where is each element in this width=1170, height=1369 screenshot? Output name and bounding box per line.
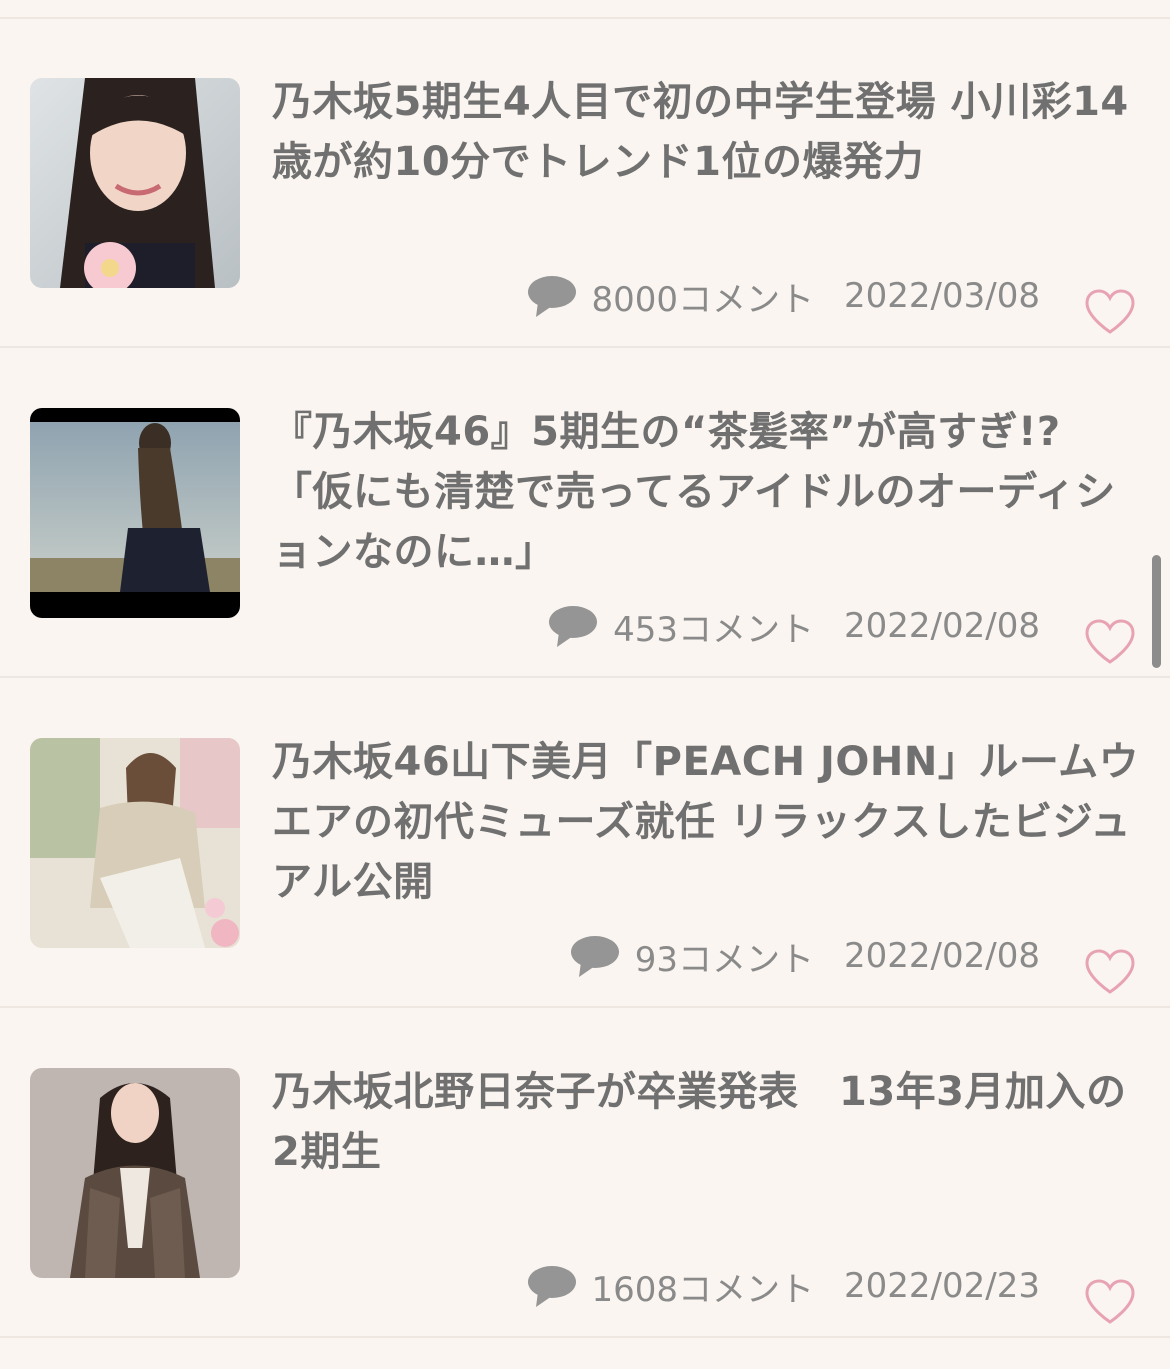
comment-count: 453コメント — [613, 609, 815, 650]
speech-bubble-icon — [527, 276, 576, 317]
article-meta: 1608コメント 2022/02/23 — [526, 1258, 1040, 1314]
article-feed: 乃木坂5期生4人目で初の中学生登場 小川彩14歳が約10分でトレンド1位の爆発力… — [0, 0, 1170, 1369]
speech-bubble-icon — [570, 936, 619, 977]
comment-count: 93コメント — [634, 939, 815, 980]
article-item[interactable]: 乃木坂46山下美月「PEACH JOHN」ルームウエアの初代ミューズ就任 リラッ… — [0, 678, 1170, 1008]
article-item[interactable]: 『乃木坂46』5期生の“茶髪率”が高すぎ!?「仮にも清楚で売ってるアイドルのオー… — [0, 348, 1170, 678]
divider — [0, 1336, 1170, 1338]
favorite-heart-icon[interactable] — [1084, 288, 1136, 336]
article-meta: 8000コメント 2022/03/08 — [526, 268, 1040, 324]
favorite-heart-icon[interactable] — [1084, 1278, 1136, 1326]
speech-bubble-icon — [527, 1266, 576, 1307]
article-meta: 453コメント 2022/02/08 — [547, 598, 1040, 654]
article-title[interactable]: 乃木坂46山下美月「PEACH JOHN」ルームウエアの初代ミューズ就任 リラッ… — [272, 732, 1140, 912]
article-title[interactable]: 乃木坂5期生4人目で初の中学生登場 小川彩14歳が約10分でトレンド1位の爆発力 — [272, 72, 1140, 192]
article-title[interactable]: 乃木坂北野日奈子が卒業発表 13年3月加入の2期生 — [272, 1062, 1140, 1182]
article-thumbnail[interactable] — [30, 408, 240, 618]
article-thumbnail[interactable] — [30, 78, 240, 288]
article-item[interactable]: 乃木坂5期生4人目で初の中学生登場 小川彩14歳が約10分でトレンド1位の爆発力… — [0, 18, 1170, 348]
article-thumbnail[interactable] — [30, 1068, 240, 1278]
article-date: 2022/02/08 — [844, 606, 1040, 646]
article-date: 2022/02/23 — [844, 1266, 1040, 1306]
article-meta: 93コメント 2022/02/08 — [569, 928, 1040, 984]
article-title[interactable]: 『乃木坂46』5期生の“茶髪率”が高すぎ!?「仮にも清楚で売ってるアイドルのオー… — [272, 402, 1140, 582]
speech-bubble-icon — [549, 606, 598, 647]
comment-count: 8000コメント — [591, 279, 815, 320]
article-item[interactable]: 乃木坂北野日奈子が卒業発表 13年3月加入の2期生 1608コメント 2022/… — [0, 1008, 1170, 1338]
scrollbar[interactable] — [1152, 555, 1161, 668]
article-thumbnail[interactable] — [30, 738, 240, 948]
article-date: 2022/02/08 — [844, 936, 1040, 976]
article-date: 2022/03/08 — [844, 276, 1040, 316]
favorite-heart-icon[interactable] — [1084, 618, 1136, 666]
comment-count: 1608コメント — [591, 1269, 815, 1310]
favorite-heart-icon[interactable] — [1084, 948, 1136, 996]
